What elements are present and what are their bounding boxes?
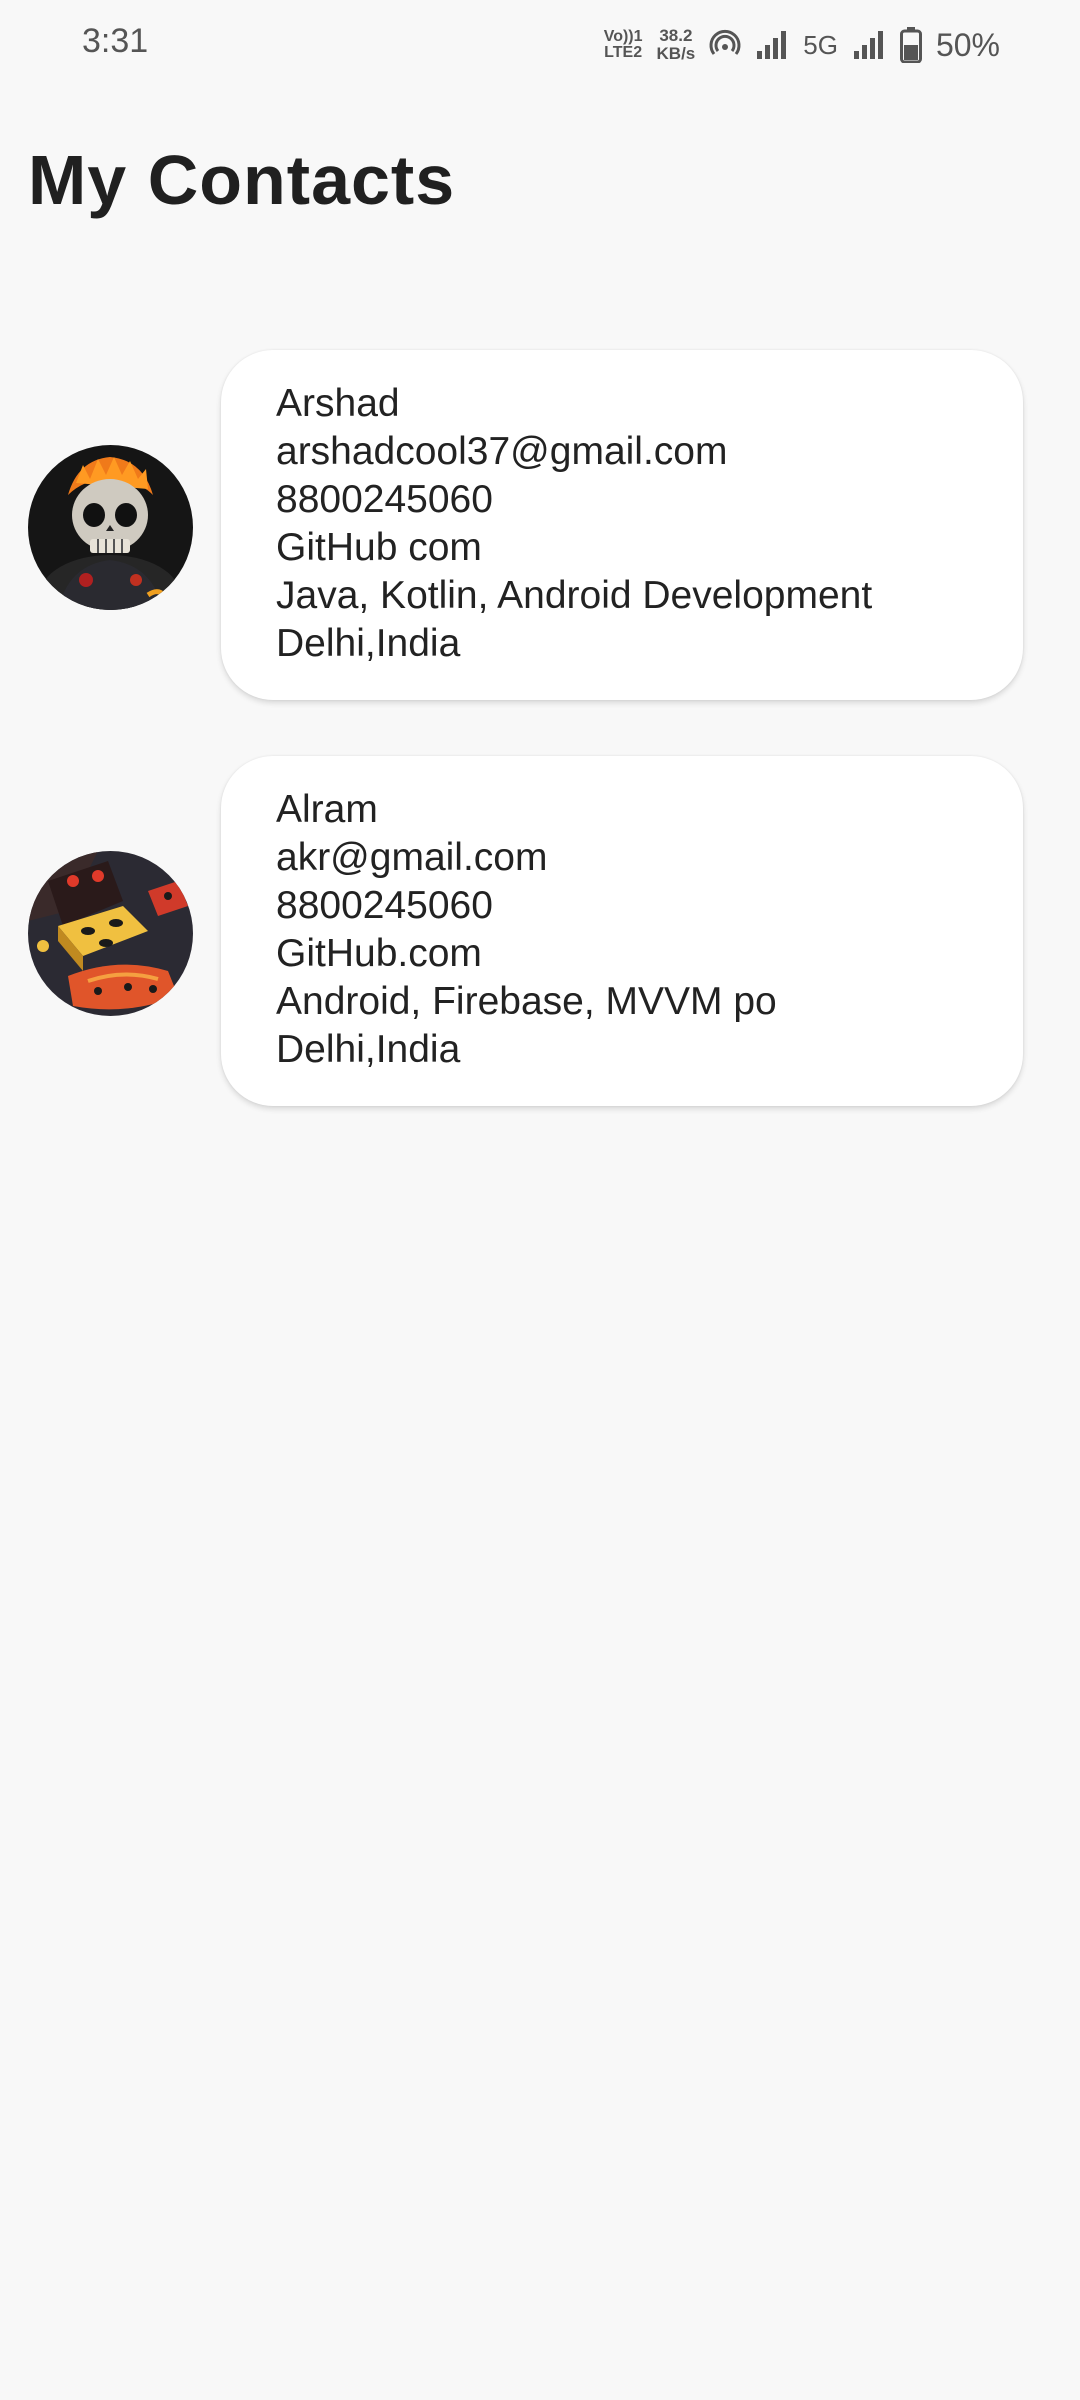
hotspot-icon — [709, 29, 741, 61]
contact-location: Delhi,India — [276, 622, 461, 665]
volte-line2: LTE2 — [604, 44, 643, 61]
battery-percent: 50% — [935, 26, 1000, 63]
signal-icon-2 — [852, 29, 886, 61]
contact-skills: Java, Kotlin, Android Development — [276, 574, 873, 617]
contact-card[interactable]: Alram akr@gmail.com 8800245060 GitHub.co… — [221, 756, 1023, 1106]
status-time: 3:31 — [82, 22, 149, 60]
speed-unit: KB/s — [656, 44, 696, 63]
contact-github: GitHub com — [276, 526, 482, 569]
contact-phone: 8800245060 — [276, 478, 493, 521]
network-type: 5G — [803, 29, 838, 60]
signal-icon — [755, 29, 789, 61]
network-speed: 38.2 KB/s — [657, 27, 696, 63]
volte-line1: Vo))1 — [603, 28, 643, 45]
speed-value: 38.2 — [659, 26, 693, 46]
dice-avatar-image — [28, 851, 193, 1016]
status-bar: 3:31 Vo))1 LTE2 38.2 KB/s 5G 50% — [0, 0, 1080, 92]
page-title: My Contacts — [28, 141, 456, 219]
status-icons: Vo))1 LTE2 38.2 KB/s 5G 50% — [604, 20, 1000, 70]
contact-email: akr@gmail.com — [276, 836, 548, 879]
contact-name: Alram — [276, 788, 378, 831]
battery-icon — [899, 27, 922, 63]
skull-avatar-image — [28, 445, 193, 610]
contact-github: GitHub.com — [276, 932, 482, 975]
contact-avatar[interactable] — [28, 851, 193, 1016]
contact-name: Arshad — [276, 382, 400, 425]
contact-email: arshadcool37@gmail.com — [276, 430, 728, 473]
contact-avatar[interactable] — [28, 445, 193, 610]
contact-card[interactable]: Arshad arshadcool37@gmail.com 8800245060… — [221, 350, 1023, 700]
contact-skills: Android, Firebase, MVVM po — [276, 980, 777, 1023]
volte-indicator: Vo))1 LTE2 — [604, 29, 643, 61]
contact-location: Delhi,India — [276, 1028, 461, 1071]
contact-phone: 8800245060 — [276, 884, 493, 927]
